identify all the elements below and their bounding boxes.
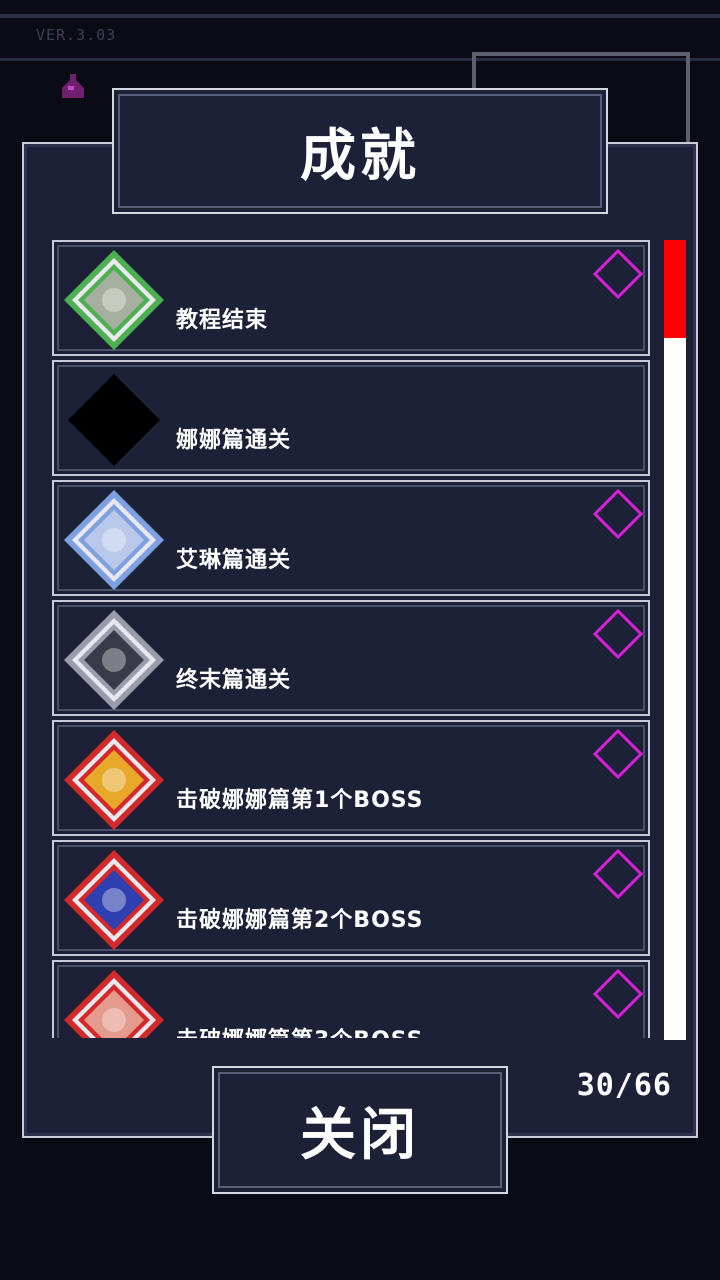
achievement-label: 击破娜娜篇第3个BOSS (176, 1022, 423, 1038)
title-banner: 成就 (112, 88, 608, 214)
new-marker-icon (592, 488, 644, 540)
new-marker-icon (592, 608, 644, 660)
finale-badge-icon (64, 610, 164, 710)
achievement-label: 终末篇通关 (176, 668, 292, 693)
achievement-label: 教程结束 (176, 308, 269, 333)
new-marker-icon (592, 848, 644, 900)
achievement-row[interactable]: 艾琳篇通关 (52, 480, 650, 596)
achievement-label: 击破娜娜篇第1个BOSS (176, 788, 424, 813)
tutorial-badge-icon (64, 250, 164, 350)
page-title: 成就 (300, 123, 420, 189)
achievement-row[interactable]: 击破娜娜篇第2个BOSS (52, 840, 650, 956)
achievement-label: 击破娜娜篇第2个BOSS (176, 908, 424, 933)
scroll-thumb[interactable] (664, 240, 686, 338)
blue-orb-badge-icon (64, 850, 164, 950)
version-label: VER.3.03 (36, 26, 117, 44)
background-line (0, 14, 720, 18)
locked-badge-icon (68, 374, 160, 466)
achievement-row[interactable]: 教程结束 (52, 240, 650, 356)
close-button-label: 关闭 (300, 1102, 420, 1168)
gold-orb-badge-icon (64, 730, 164, 830)
achievement-row[interactable]: 娜娜篇通关 (52, 360, 650, 476)
potion-icon (62, 74, 84, 98)
achievement-row[interactable]: 击破娜娜篇第3个BOSS (52, 960, 650, 1038)
achievement-label: 艾琳篇通关 (176, 548, 292, 573)
scrollbar[interactable] (664, 240, 686, 1040)
red-orb-badge-icon (64, 970, 164, 1038)
achievement-row[interactable]: 终末篇通关 (52, 600, 650, 716)
achievement-counter: 30/66 (576, 1068, 672, 1103)
achievement-list[interactable]: 教程结束娜娜篇通关艾琳篇通关终末篇通关击破娜娜篇第1个BOSS 击破娜娜篇第2个B… (52, 240, 650, 1038)
new-marker-icon (592, 968, 644, 1020)
new-marker-icon (592, 248, 644, 300)
eileen-badge-icon (64, 490, 164, 590)
close-button[interactable]: 关闭 (212, 1066, 508, 1194)
new-marker-icon (592, 728, 644, 780)
achievement-row[interactable]: 击破娜娜篇第1个BOSS (52, 720, 650, 836)
achievement-label: 娜娜篇通关 (176, 428, 292, 453)
